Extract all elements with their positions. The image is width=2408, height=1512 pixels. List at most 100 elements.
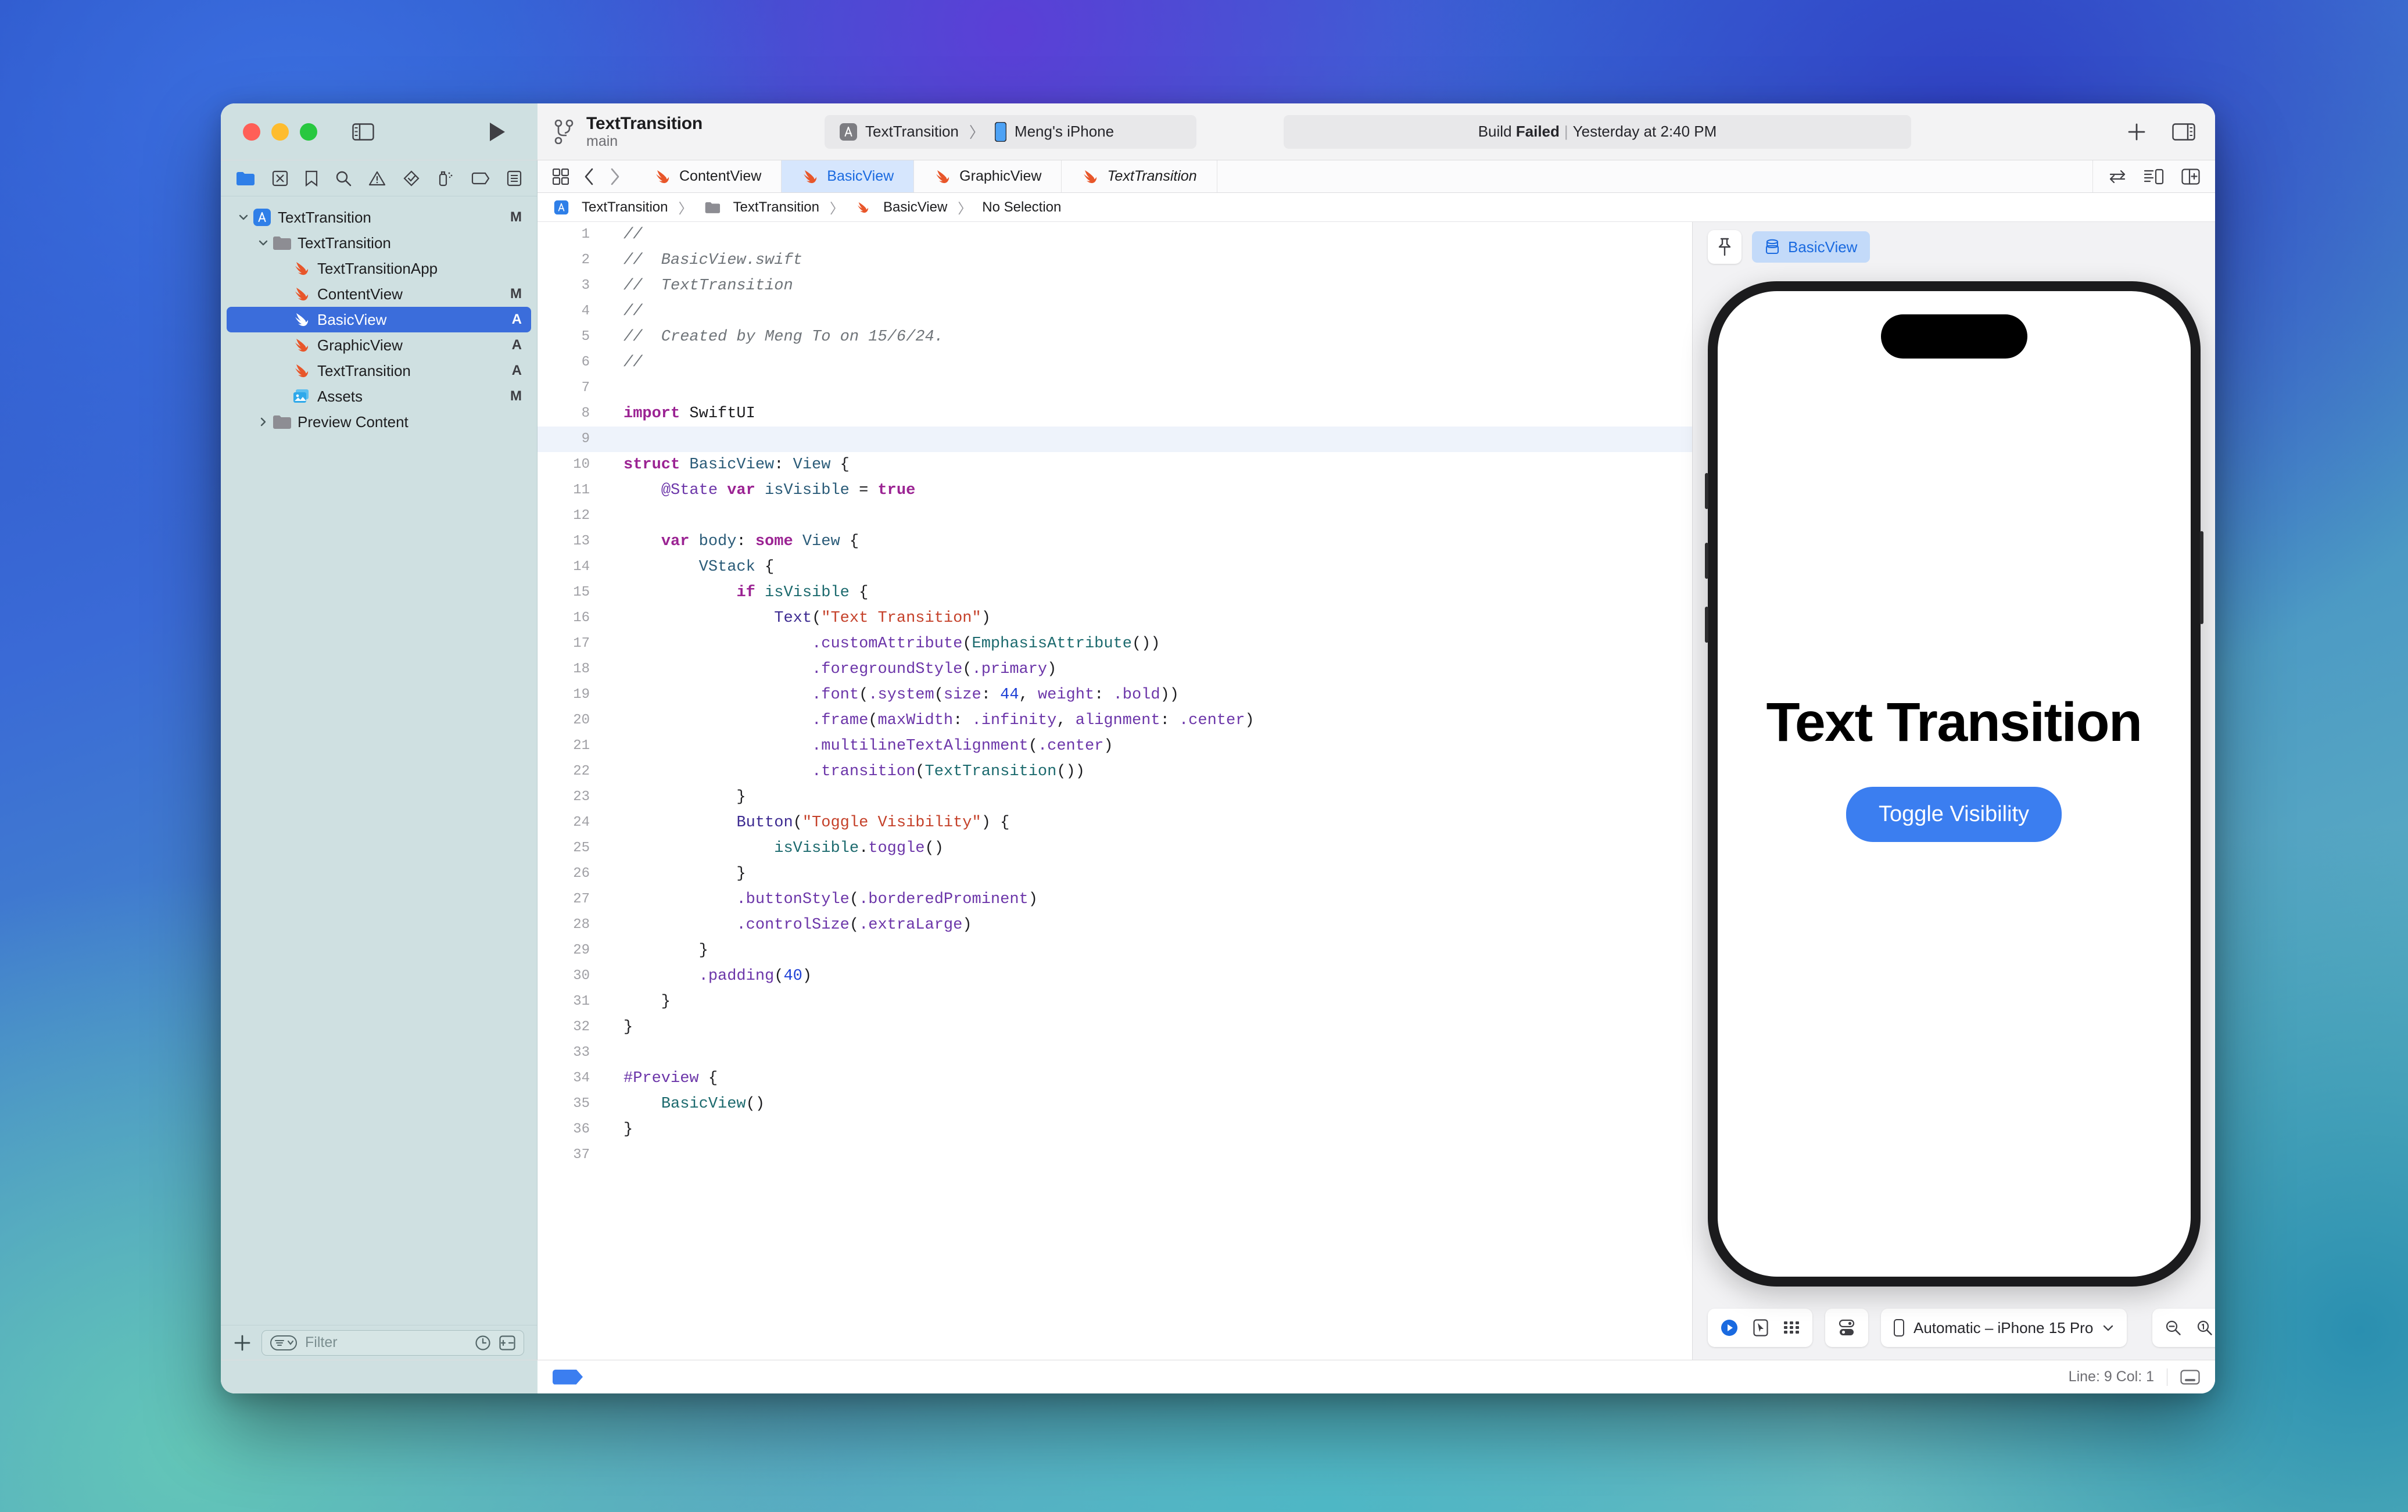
chevron-right-icon[interactable] — [255, 415, 272, 428]
close-button[interactable] — [243, 123, 260, 141]
code-line[interactable]: 17 .customAttribute(EmphasisAttribute()) — [538, 631, 1692, 657]
breakpoint-tag-icon[interactable] — [471, 172, 490, 185]
code-line[interactable]: 23 } — [538, 784, 1692, 810]
search-icon[interactable] — [335, 170, 352, 187]
code-line[interactable]: 8 import SwiftUI — [538, 401, 1692, 427]
file-tree-row-basicview[interactable]: BasicView A — [227, 307, 531, 332]
code-line[interactable]: 18 .foregroundStyle(.primary) — [538, 657, 1692, 682]
swap-editors-icon[interactable] — [2108, 170, 2127, 184]
file-tree-row-texttransition[interactable]: TextTransition A — [227, 358, 531, 384]
bookmark-icon[interactable] — [305, 170, 318, 187]
minimize-button[interactable] — [271, 123, 289, 141]
forward-chevron-icon[interactable] — [610, 168, 620, 185]
selectable-pointer-icon[interactable] — [1753, 1319, 1768, 1337]
device-picker[interactable]: Automatic – iPhone 15 Pro — [1881, 1309, 2127, 1347]
source-code-editor[interactable]: 1 // 2 // BasicView.swift 3 // TextTransition… — [538, 222, 1692, 1360]
code-line[interactable]: 11 @State var isVisible = true — [538, 478, 1692, 503]
file-tree-row-texttransitionapp[interactable]: TextTransitionApp — [227, 256, 531, 281]
code-line[interactable]: 19 .font(.system(size: 44, weight: .bold… — [538, 682, 1692, 708]
editor-tab-contentview[interactable]: ContentView — [634, 160, 782, 192]
code-line[interactable]: 5 // Created by Meng To on 15/6/24. — [538, 324, 1692, 350]
breakpoint-indicator[interactable] — [553, 1369, 583, 1385]
code-line[interactable]: 10 struct BasicView: View { — [538, 452, 1692, 478]
run-play-icon[interactable] — [488, 121, 513, 142]
code-line[interactable]: 35 BasicView() — [538, 1091, 1692, 1117]
zoom-actual-size-icon[interactable] — [2196, 1320, 2213, 1336]
code-line[interactable]: 27 .buttonStyle(.borderedProminent) — [538, 887, 1692, 912]
code-line[interactable]: 9 — [538, 427, 1692, 452]
code-line[interactable]: 24 Button("Toggle Visibility") { — [538, 810, 1692, 836]
code-line[interactable]: 36} — [538, 1117, 1692, 1142]
jumpbar-segment[interactable]: BasicView — [883, 199, 947, 216]
debug-spray-icon[interactable] — [436, 170, 454, 187]
inspector-toggle-icon[interactable] — [2172, 123, 2195, 141]
add-file-button[interactable] — [234, 1334, 251, 1352]
jumpbar-segment[interactable]: TextTransition — [582, 199, 668, 216]
grid-tabs-icon[interactable] — [553, 168, 569, 185]
variants-grid-icon[interactable] — [1783, 1320, 1800, 1335]
zoom-button[interactable] — [300, 123, 317, 141]
code-line[interactable]: 13 var body: some View { — [538, 529, 1692, 554]
code-line[interactable]: 7 — [538, 375, 1692, 401]
jumpbar-segment[interactable]: No Selection — [982, 199, 1061, 216]
code-line[interactable]: 1 // — [538, 222, 1692, 248]
back-chevron-icon[interactable] — [584, 168, 594, 185]
filter-input[interactable]: Filter — [305, 1334, 467, 1351]
source-control-icon[interactable] — [272, 170, 288, 187]
minimap-icon[interactable] — [2144, 169, 2164, 185]
filter-field[interactable]: Filter — [261, 1330, 524, 1356]
zoom-out-icon[interactable] — [2165, 1320, 2181, 1336]
folder-icon[interactable] — [236, 171, 255, 186]
code-line[interactable]: 20 .frame(maxWidth: .infinity, alignment… — [538, 708, 1692, 733]
file-tree-row-assets[interactable]: Assets M — [227, 384, 531, 409]
code-line[interactable]: 34 #Preview { — [538, 1066, 1692, 1091]
code-line[interactable]: 2 // BasicView.swift — [538, 248, 1692, 273]
code-line[interactable]: 21 .multilineTextAlignment(.center) — [538, 733, 1692, 759]
chevron-down-icon[interactable] — [255, 237, 272, 249]
file-tree-row-graphicview[interactable]: GraphicView A — [227, 332, 531, 358]
report-list-icon[interactable] — [507, 170, 522, 187]
code-line[interactable]: 4 // — [538, 299, 1692, 324]
code-line[interactable]: 15 if isVisible { — [538, 580, 1692, 605]
code-line[interactable]: 22 .transition(TextTransition()) — [538, 759, 1692, 784]
file-tree-row-texttransition[interactable]: TextTransition — [227, 230, 531, 256]
code-line[interactable]: 26 } — [538, 861, 1692, 887]
pin-icon[interactable] — [1708, 230, 1741, 264]
test-diamond-icon[interactable] — [403, 170, 420, 187]
code-line[interactable]: 30 .padding(40) — [538, 963, 1692, 989]
live-preview-play-icon[interactable] — [1721, 1319, 1738, 1337]
code-line[interactable]: 16 Text("Text Transition") — [538, 605, 1692, 631]
code-line[interactable]: 6 // — [538, 350, 1692, 375]
editor-tab-graphicview[interactable]: GraphicView — [914, 160, 1062, 192]
file-tree-row-texttransition[interactable]: TextTransition M — [227, 205, 531, 230]
build-status-bar[interactable]: Build Failed | Yesterday at 2:40 PM — [1284, 114, 1912, 149]
jump-bar-breadcrumb[interactable]: TextTransition 〉 TextTransition 〉 BasicView 〉… — [538, 193, 2215, 222]
file-tree-row-preview-content[interactable]: Preview Content — [227, 409, 531, 435]
filter-scope-icon[interactable] — [270, 1335, 297, 1350]
sidebar-toggle-icon[interactable] — [352, 123, 374, 141]
scheme-selector[interactable]: TextTransition main — [554, 114, 703, 149]
code-line[interactable]: 31 } — [538, 989, 1692, 1015]
code-line[interactable]: 37 — [538, 1142, 1692, 1168]
jumpbar-segment[interactable]: TextTransition — [733, 199, 820, 216]
device-settings-icon[interactable] — [1838, 1319, 1855, 1337]
code-line[interactable]: 12 — [538, 503, 1692, 529]
toggle-visibility-button[interactable]: Toggle Visibility — [1846, 787, 2062, 842]
plus-icon[interactable] — [2127, 122, 2147, 142]
preview-name-chip[interactable]: BasicView — [1752, 231, 1870, 263]
add-editor-icon[interactable] — [2181, 168, 2200, 185]
code-line[interactable]: 28 .controlSize(.extraLarge) — [538, 912, 1692, 938]
warning-triangle-icon[interactable] — [368, 171, 386, 186]
run-destination-selector[interactable]: TextTransition 〉 Meng's iPhone — [825, 114, 1197, 149]
editor-tab-texttransition[interactable]: TextTransition — [1062, 160, 1217, 192]
code-line[interactable]: 3 // TextTransition — [538, 273, 1692, 299]
code-line[interactable]: 25 isVisible.toggle() — [538, 836, 1692, 861]
editor-tab-basicview[interactable]: BasicView — [782, 160, 915, 192]
source-control-filter-icon[interactable] — [499, 1335, 515, 1350]
clock-icon[interactable] — [475, 1335, 491, 1351]
console-toggle-icon[interactable] — [2180, 1369, 2200, 1385]
code-line[interactable]: 33 — [538, 1040, 1692, 1066]
code-line[interactable]: 14 VStack { — [538, 554, 1692, 580]
code-line[interactable]: 29 } — [538, 938, 1692, 963]
chevron-down-icon[interactable] — [235, 211, 252, 224]
